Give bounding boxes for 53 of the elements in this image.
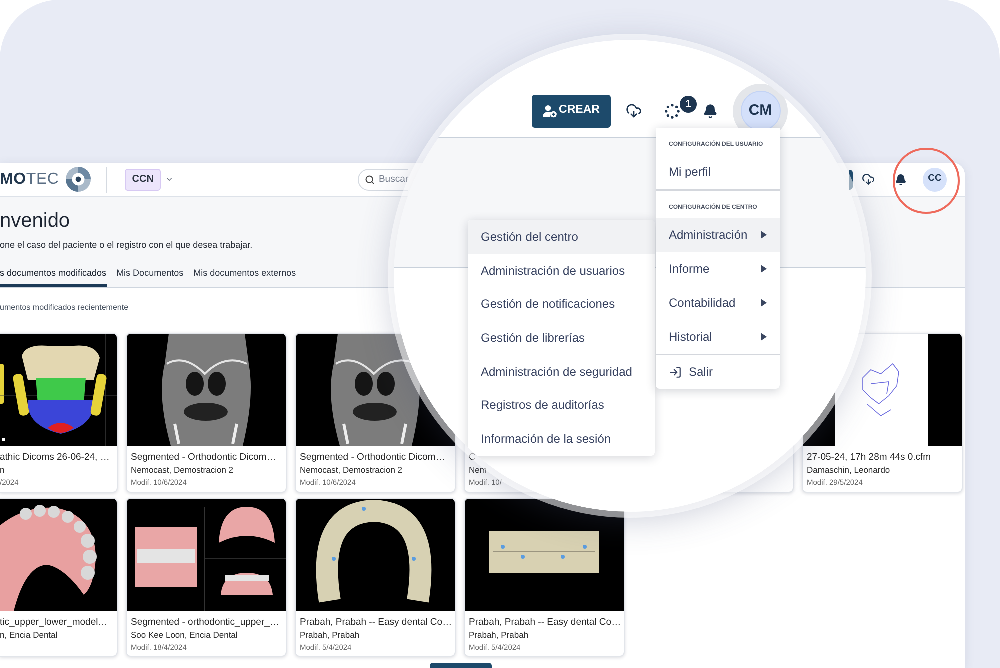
document-card[interactable]: tic_upper_lower_model… n, Encia Dental bbox=[0, 498, 118, 657]
menu-item[interactable]: Historial bbox=[656, 320, 780, 354]
bell-icon[interactable] bbox=[895, 174, 907, 186]
submenu-item[interactable]: Registros de auditorías bbox=[468, 388, 655, 422]
card-title: tic_upper_lower_model… bbox=[0, 617, 108, 629]
card-title: athic Dicoms 26-06-24, … bbox=[0, 452, 110, 464]
exit-icon bbox=[669, 366, 682, 378]
menu-item[interactable]: Mi perfil bbox=[656, 155, 780, 189]
section-title: umentos modificados recientemente bbox=[0, 302, 129, 314]
submenu-item[interactable]: Gestión del centro bbox=[468, 220, 655, 254]
chevron-down-icon[interactable] bbox=[164, 175, 174, 184]
card-title: Segmented - orthodontic_upper_… bbox=[131, 617, 280, 629]
cloud-download-icon[interactable] bbox=[862, 173, 875, 186]
card-author: Nemocast, Demostracion 2 bbox=[300, 464, 403, 477]
card-author: Nemocast, Demostracion 2 bbox=[131, 464, 234, 477]
notification-badge: 1 bbox=[680, 96, 697, 112]
card-title: Segmented - Orthodontic Dicom… bbox=[300, 452, 446, 464]
menu-item[interactable]: Salir bbox=[656, 355, 780, 389]
user-avatar[interactable]: CM bbox=[740, 91, 780, 131]
logo-text: MOTEC bbox=[0, 170, 60, 190]
tab[interactable]: Mis documentos externos bbox=[194, 265, 296, 287]
card-author: Nem bbox=[469, 464, 487, 477]
bell-icon[interactable] bbox=[703, 104, 718, 118]
partial-button[interactable] bbox=[849, 170, 853, 190]
submenu-item[interactable]: Gestión de notificaciones bbox=[468, 287, 655, 322]
search-icon bbox=[364, 174, 375, 184]
card-author: n, Encia Dental bbox=[0, 629, 58, 642]
card-author: Prabah, Prabah bbox=[300, 629, 360, 642]
card-author: Prabah, Prabah bbox=[469, 629, 529, 642]
tab[interactable]: s documentos modificados bbox=[0, 265, 107, 287]
menu-item[interactable]: Contabilidad bbox=[656, 286, 780, 320]
submenu-item[interactable]: Administración de usuarios bbox=[468, 254, 655, 288]
submenu-item[interactable]: Gestión de librerías bbox=[468, 321, 655, 355]
card-title: Prabah, Prabah -- Easy dental Co… bbox=[300, 617, 452, 629]
card-title: Segmented - Orthodontic Dicom… bbox=[131, 452, 276, 464]
card-author: Soo Kee Loon, Encia Dental bbox=[131, 629, 238, 642]
create-button[interactable]: CREAR bbox=[532, 94, 611, 128]
welcome-title: nvenido bbox=[0, 209, 70, 233]
menu-item[interactable]: Administración bbox=[656, 218, 780, 252]
logo-ring-icon bbox=[66, 167, 92, 192]
user-avatar[interactable]: CC bbox=[923, 168, 947, 192]
menu-item[interactable]: Informe bbox=[656, 252, 780, 286]
cloud-download-icon[interactable] bbox=[626, 103, 642, 119]
card-author: Damaschin, Leonardo bbox=[807, 464, 890, 477]
card-title: Prabah, Prabah -- Easy dental Co… bbox=[469, 617, 622, 629]
user-plus-icon bbox=[543, 104, 558, 118]
tab[interactable]: Mis Documentos bbox=[116, 265, 184, 287]
card-title: 27-05-24, 17h 28m 44s 0.cfm bbox=[807, 452, 932, 464]
submenu-item[interactable]: Administración de seguridad bbox=[468, 354, 655, 388]
center-selector[interactable]: CCN bbox=[125, 168, 161, 190]
card-author: n bbox=[0, 464, 5, 477]
welcome-subtitle: one el caso del paciente o el registro con el que desea trabajar. bbox=[0, 239, 253, 251]
loading-spinner-icon[interactable] bbox=[665, 104, 680, 118]
